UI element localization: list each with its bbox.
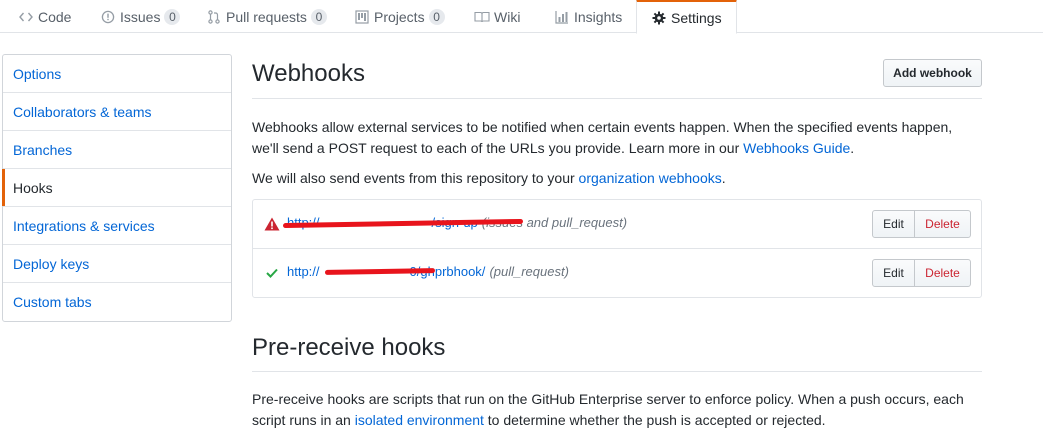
sidebar-item-branches[interactable]: Branches [3,131,231,169]
project-icon [354,9,370,25]
pull-requests-count-badge: 0 [310,8,327,25]
sidebar-item-hooks[interactable]: Hooks [2,169,231,207]
tab-label: Settings [671,9,722,26]
sidebar-item-collaborators[interactable]: Collaborators & teams [3,93,231,131]
prereceive-title: Pre-receive hooks [252,334,446,361]
tab-label: Pull requests [226,8,307,25]
webhook-actions: Edit Delete [872,210,971,238]
webhook-row: http:///sign-up(issues and pull_request)… [253,200,981,249]
webhook-url-start: http:// [287,264,320,279]
tab-insights[interactable]: Insights [554,0,622,33]
tab-issues[interactable]: Issues 0 [100,0,181,33]
sidebar-item-integrations[interactable]: Integrations & services [3,207,231,245]
sidebar-item-deploy-keys[interactable]: Deploy keys [3,245,231,283]
main-content: Webhooks Add webhook Webhooks allow exte… [252,56,982,428]
tab-pull-requests[interactable]: Pull requests 0 [206,0,327,33]
issue-icon [100,9,116,25]
org-webhooks-end: . [721,170,726,186]
check-icon [264,265,280,281]
tab-label: Code [38,8,72,25]
settings-sidebar: Options Collaborators & teams Branches H… [2,54,232,322]
gear-icon [651,10,667,26]
tab-wiki[interactable]: Wiki [474,0,520,33]
alert-icon [264,216,280,232]
webhooks-description: Webhooks allow external services to be n… [252,117,982,159]
pull-request-icon [206,9,222,25]
sidebar-item-custom-tabs[interactable]: Custom tabs [3,283,231,321]
prereceive-text-end: to determine whether the push is accepte… [483,412,826,428]
delete-webhook-button[interactable]: Delete [914,210,971,238]
code-icon [18,9,34,25]
edit-webhook-button[interactable]: Edit [872,210,915,238]
tab-label: Issues [120,8,161,25]
prereceive-description: Pre-receive hooks are scripts that run o… [252,389,992,431]
sidebar-item-options[interactable]: Options [3,55,231,93]
webhooks-description-end: . [850,140,855,156]
repo-nav: Code Issues 0 Pull requests 0 Projects 0… [0,0,1043,34]
webhooks-header: Webhooks Add webhook [252,56,982,99]
org-webhooks-note: We will also send events from this repos… [252,168,982,189]
webhooks-title: Webhooks [252,60,365,87]
tab-label: Projects [374,8,425,25]
webhook-list: http:///sign-up(issues and pull_request)… [252,199,982,298]
tab-projects[interactable]: Projects 0 [354,0,445,33]
webhook-row: http://0/ghprbhook/(pull_request) Edit D… [253,249,981,297]
delete-webhook-button[interactable]: Delete [914,259,971,287]
book-icon [474,9,490,25]
graph-icon [554,9,570,25]
prereceive-header: Pre-receive hooks [252,329,982,372]
tab-label: Insights [574,8,623,25]
org-webhooks-text: We will also send events from this repos… [252,170,579,186]
webhook-events: (pull_request) [489,264,569,279]
edit-webhook-button[interactable]: Edit [872,259,915,287]
projects-count-badge: 0 [428,8,445,25]
tab-settings[interactable]: Settings [636,0,737,34]
tab-label: Wiki [494,8,521,25]
webhook-actions: Edit Delete [872,259,971,287]
issues-count-badge: 0 [164,8,181,25]
isolated-environment-link[interactable]: isolated environment [355,412,484,428]
tab-code[interactable]: Code [18,0,71,33]
add-webhook-button[interactable]: Add webhook [883,59,982,87]
organization-webhooks-link[interactable]: organization webhooks [579,170,722,186]
webhooks-guide-link[interactable]: Webhooks Guide [743,140,850,156]
